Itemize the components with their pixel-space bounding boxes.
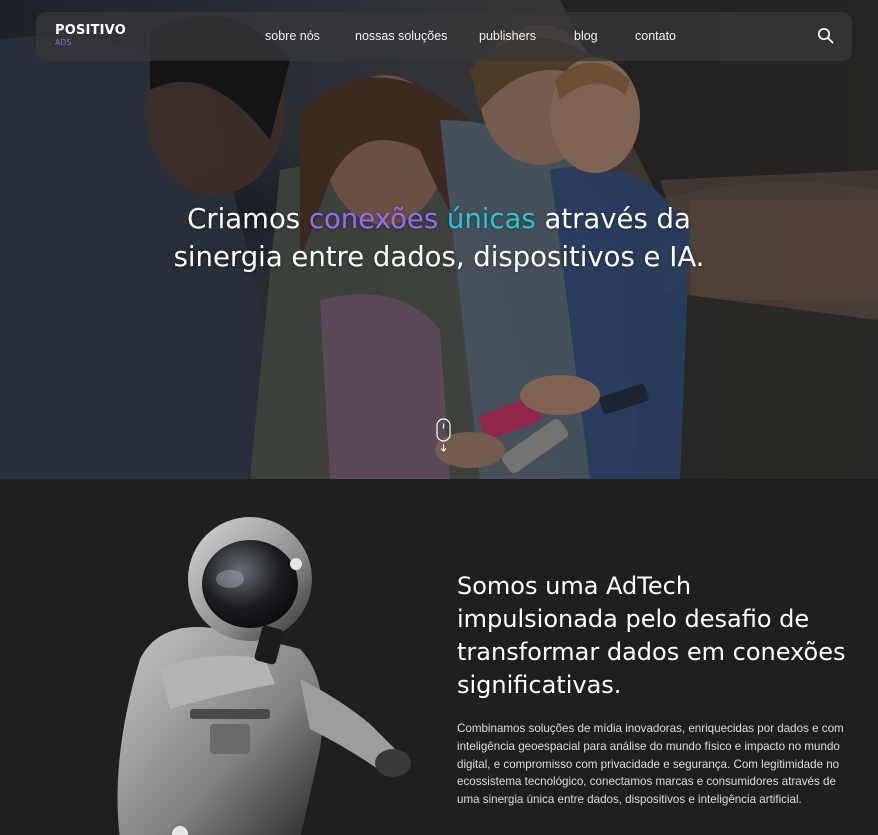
scroll-down-indicator[interactable] [434, 418, 454, 454]
hero-section: POSITIVO ADS sobre nós nossas soluções p… [0, 0, 878, 479]
logo-name: POSITIVO [55, 23, 126, 38]
headline-highlight-conexoes: conexões [308, 203, 439, 235]
headline-space [438, 203, 447, 235]
nav-item-publishers[interactable]: publishers [479, 29, 536, 43]
search-button[interactable] [816, 26, 836, 46]
logo-sub: ADS [55, 38, 72, 47]
astronaut-illustration [117, 517, 411, 835]
top-navbar: POSITIVO ADS sobre nós nossas soluções p… [36, 12, 852, 61]
nav-item-sobre-nos[interactable]: sobre nós [265, 29, 320, 43]
nav-item-nossas-solucoes[interactable]: nossas soluções [355, 29, 447, 43]
headline-line2: sinergia entre dados, dispositivos e IA. [173, 241, 705, 273]
logo[interactable]: POSITIVO ADS [55, 24, 145, 50]
about-title: Somos uma AdTech impulsionada pelo desaf… [457, 572, 846, 699]
nav-item-blog[interactable]: blog [574, 29, 598, 43]
hero-headline: Criamos conexões únicas através da siner… [100, 200, 778, 276]
nav-item-contato[interactable]: contato [635, 29, 676, 43]
headline-part1: Criamos [187, 203, 309, 235]
about-section: Somos uma AdTech impulsionada pelo desaf… [0, 479, 878, 835]
headline-part2: através da [535, 203, 691, 235]
mouse-scroll-icon [436, 418, 451, 452]
about-description: Combinamos soluções de mídia inovadoras,… [457, 722, 844, 807]
headline-highlight-unicas: únicas [446, 203, 536, 235]
search-icon [817, 27, 834, 44]
